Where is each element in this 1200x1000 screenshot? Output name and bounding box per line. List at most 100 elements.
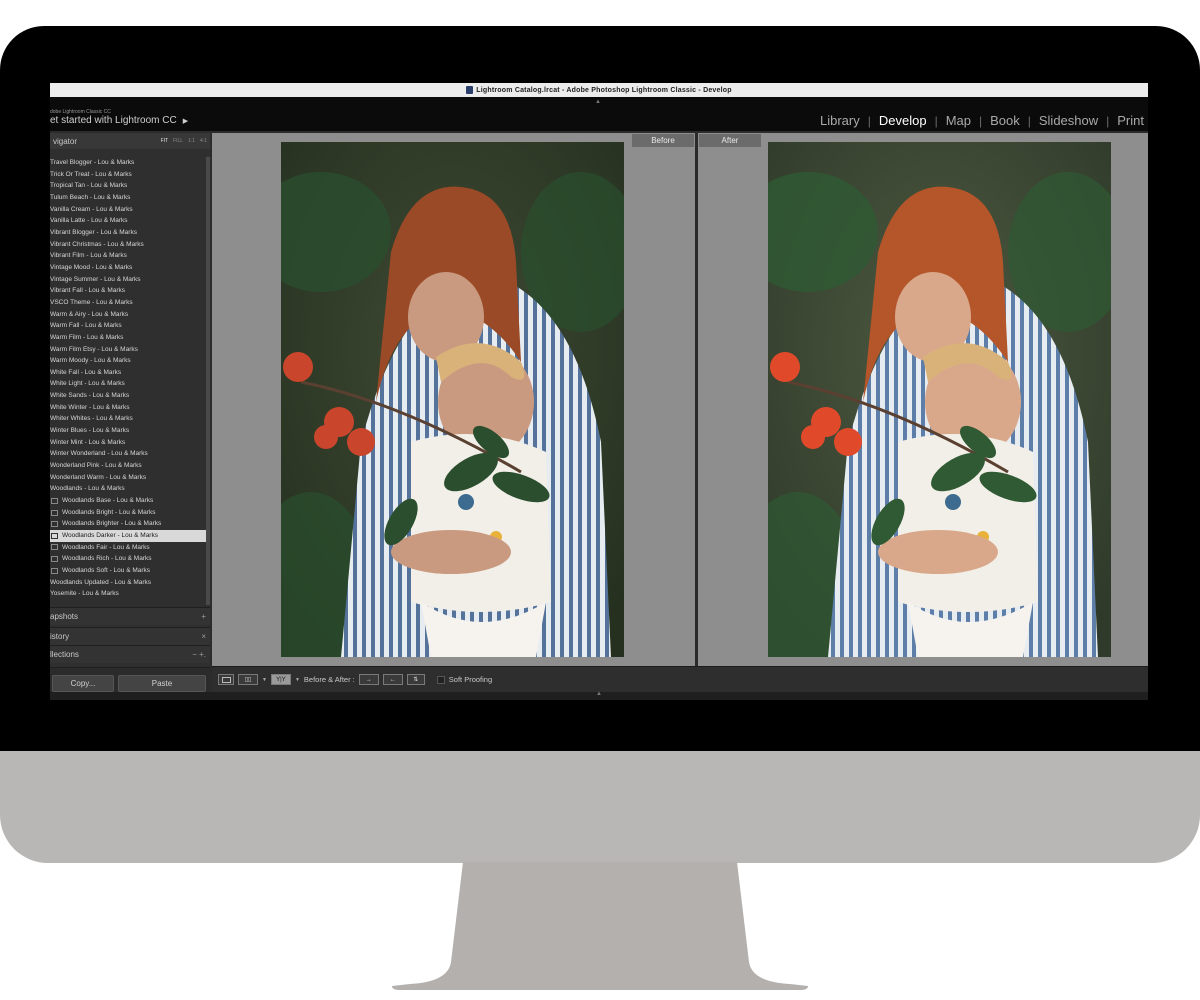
module-separator: | [867, 113, 871, 128]
preset-label: Vibrant Fall - Lou & Marks [50, 287, 126, 295]
navigator-mode-fill[interactable]: FILL [173, 138, 183, 144]
soft-proofing-checkbox[interactable] [436, 675, 445, 684]
compare-icon: ▯▯ [244, 677, 252, 683]
preset-item[interactable]: Vanilla Cream - Lou & Marks [50, 204, 206, 216]
identity-plate[interactable]: et started with Lightroom CC ▶ [50, 115, 188, 126]
collections-panel-header[interactable]: llections − +. [50, 645, 210, 663]
module-develop[interactable]: Develop [879, 113, 927, 128]
preset-item[interactable]: Warm Film Etsy - Lou & Marks [50, 344, 206, 356]
preset-label: Vintage Summer - Lou & Marks [50, 275, 141, 283]
preset-item[interactable]: White Winter - Lou & Marks [50, 402, 206, 414]
navigator-mode-1-1[interactable]: 1:1 [188, 138, 195, 144]
preset-label: Winter Mint - Lou & Marks [50, 438, 126, 446]
preset-icon [51, 567, 58, 574]
history-panel-header[interactable]: istory × [50, 627, 210, 645]
preset-item[interactable]: Warm Film - Lou & Marks [50, 332, 206, 344]
preset-item[interactable]: Warm Fall - Lou & Marks [50, 320, 206, 332]
preset-item[interactable]: Woodlands Fair - Lou & Marks [50, 542, 206, 554]
preset-item[interactable]: Travel Blogger - Lou & Marks [50, 157, 206, 169]
preset-scrollbar-thumb[interactable] [206, 157, 210, 605]
module-print[interactable]: Print [1117, 113, 1144, 128]
preset-item[interactable]: Winter Mint - Lou & Marks [50, 437, 206, 449]
before-label: Before [632, 134, 694, 147]
preset-item[interactable]: White Sands - Lou & Marks [50, 390, 206, 402]
paste-button[interactable]: Paste [118, 675, 206, 692]
dropdown-caret-icon[interactable]: ▼ [295, 677, 300, 683]
collections-controls-icon[interactable]: − +. [192, 650, 206, 659]
preset-item[interactable]: VSCO Theme - Lou & Marks [50, 297, 206, 309]
preset-scrollbar[interactable] [206, 157, 210, 605]
preset-item[interactable]: Woodlands Updated - Lou & Marks [50, 577, 206, 589]
preset-item[interactable]: Woodlands Bright - Lou & Marks [50, 507, 206, 519]
copy-after-to-before-button[interactable]: ← [382, 674, 403, 685]
after-photo[interactable] [768, 142, 1111, 657]
preset-label: Wonderland Pink - Lou & Marks [50, 462, 142, 470]
loupe-view-button[interactable] [218, 674, 234, 685]
preset-item[interactable]: Wonderland Warm - Lou & Marks [50, 472, 206, 484]
preset-label: Winter Wonderland - Lou & Marks [50, 450, 148, 458]
navigator-header[interactable]: vigator FIT FILL 1:1 4:1 [50, 133, 210, 149]
preset-item[interactable]: Vibrant Fall - Lou & Marks [50, 285, 206, 297]
preset-item[interactable]: Woodlands Brighter - Lou & Marks [50, 518, 206, 530]
preset-label: Woodlands Brighter - Lou & Marks [62, 520, 162, 528]
preset-item[interactable]: Yosemite - Lou & Marks [50, 588, 206, 600]
preset-item[interactable]: Warm & Airy - Lou & Marks [50, 309, 206, 321]
screen: Lightroom Catalog.lrcat - Adobe Photosho… [50, 83, 1148, 700]
preset-label: Warm & Airy - Lou & Marks [50, 310, 129, 318]
preset-item[interactable]: Warm Moody - Lou & Marks [50, 355, 206, 367]
preset-item[interactable]: Woodlands - Lou & Marks [50, 483, 206, 495]
dropdown-caret-icon[interactable]: ▼ [262, 677, 267, 683]
history-label: istory [50, 632, 70, 641]
preset-label: Vanilla Latte - Lou & Marks [50, 217, 128, 225]
before-after-lr-button[interactable]: Y|Y [270, 674, 291, 685]
preset-item[interactable]: Vibrant Christmas - Lou & Marks [50, 239, 206, 251]
snapshots-panel-header[interactable]: apshots + [50, 607, 210, 625]
module-map[interactable]: Map [946, 113, 971, 128]
preset-label: White Winter - Lou & Marks [50, 403, 130, 411]
before-pane[interactable]: Before [212, 133, 695, 666]
preset-item[interactable]: Vanilla Latte - Lou & Marks [50, 215, 206, 227]
preset-label: Tropical Tan - Lou & Marks [50, 182, 128, 190]
soft-proofing-label: Soft Proofing [448, 675, 493, 684]
compare-view-button[interactable]: ▯▯ [238, 674, 258, 685]
preset-item[interactable]: Winter Wonderland - Lou & Marks [50, 448, 206, 460]
preset-item[interactable]: Woodlands Soft - Lou & Marks [50, 565, 206, 577]
preset-item[interactable]: Winter Blues - Lou & Marks [50, 425, 206, 437]
add-snapshot-icon[interactable]: + [201, 612, 206, 621]
preset-item[interactable]: Trick Or Treat - Lou & Marks [50, 169, 206, 181]
collapse-top-arrow-icon[interactable]: ▲ [595, 99, 601, 105]
preset-item[interactable]: Wonderland Pink - Lou & Marks [50, 460, 206, 472]
preset-item[interactable]: White Fall - Lou & Marks [50, 367, 206, 379]
preset-item[interactable]: Vibrant Film - Lou & Marks [50, 250, 206, 262]
after-pane[interactable]: After [698, 133, 1148, 666]
preset-label: Warm Moody - Lou & Marks [50, 357, 131, 365]
preset-item[interactable]: Whiter Whites - Lou & Marks [50, 413, 206, 425]
preset-item[interactable]: Tropical Tan - Lou & Marks [50, 180, 206, 192]
identity-plate-text: et started with Lightroom CC [50, 115, 177, 126]
navigator-mode-fit[interactable]: FIT [161, 138, 169, 144]
navigator-mode-4-1[interactable]: 4:1 [200, 138, 207, 144]
preset-label: Woodlands Bright - Lou & Marks [62, 508, 156, 516]
preset-item[interactable]: White Light - Lou & Marks [50, 378, 206, 390]
preset-label: Vanilla Cream - Lou & Marks [50, 205, 133, 213]
copy-button[interactable]: Copy... [52, 675, 114, 692]
preset-list: Travel Blogger - Lou & Marks Trick Or Tre… [50, 157, 206, 605]
copy-before-to-after-button[interactable]: → [358, 674, 379, 685]
preset-item[interactable]: Woodlands Darker - Lou & Marks [50, 530, 206, 542]
module-library[interactable]: Library [820, 113, 860, 128]
clear-history-icon[interactable]: × [201, 632, 206, 641]
preset-item[interactable]: Tulum Beach - Lou & Marks [50, 192, 206, 204]
module-slideshow[interactable]: Slideshow [1039, 113, 1098, 128]
preset-item[interactable]: Vintage Mood - Lou & Marks [50, 262, 206, 274]
module-book[interactable]: Book [990, 113, 1020, 128]
preset-item[interactable]: Vintage Summer - Lou & Marks [50, 274, 206, 286]
preset-item[interactable]: Woodlands Rich - Lou & Marks [50, 553, 206, 565]
expand-filmstrip-arrow-icon[interactable]: ▲ [596, 691, 602, 697]
swap-before-after-button[interactable]: ⇅ [406, 674, 425, 685]
preset-label: Woodlands Base - Lou & Marks [62, 497, 154, 505]
collections-label: llections [50, 650, 79, 659]
preset-item[interactable]: Vibrant Blogger - Lou & Marks [50, 227, 206, 239]
preset-label: Tulum Beach - Lou & Marks [50, 193, 131, 201]
before-photo[interactable] [281, 142, 624, 657]
preset-item[interactable]: Woodlands Base - Lou & Marks [50, 495, 206, 507]
